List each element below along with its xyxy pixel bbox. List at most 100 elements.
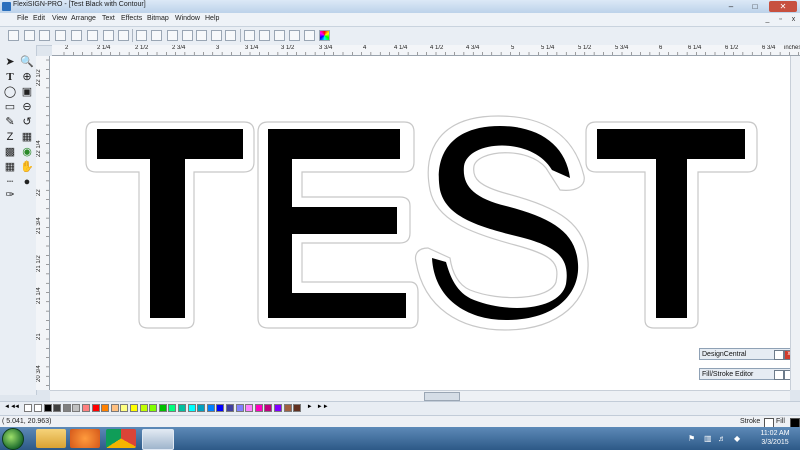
palette-icon[interactable] <box>304 30 315 41</box>
volume-icon[interactable]: ♬ <box>718 434 726 443</box>
color-swatch[interactable] <box>187 404 196 412</box>
menu-edit[interactable]: Edit <box>33 15 45 22</box>
palette-scroll-right-button[interactable]: ► <box>307 404 315 412</box>
color-swatch[interactable] <box>274 404 282 412</box>
rectangle-icon[interactable]: ▭ <box>3 100 17 114</box>
color-swatch[interactable] <box>43 404 52 412</box>
color-swatch[interactable] <box>216 404 225 412</box>
arrange-icon[interactable] <box>274 30 285 41</box>
doc-restore-button[interactable]: ▫ <box>775 15 786 24</box>
text-icon[interactable]: T <box>3 70 17 84</box>
horizontal-scrollbar[interactable] <box>50 390 790 401</box>
menu-arrange[interactable]: Arrange <box>71 15 96 22</box>
palette-scroll-right-button[interactable]: ►► <box>317 404 329 412</box>
bitmap-icon[interactable]: ▦ <box>3 160 17 174</box>
palette-scroll-left-button[interactable]: ◄◄ <box>4 404 16 412</box>
design-central-panel[interactable]: DesignCentral x <box>699 348 795 360</box>
color-swatch[interactable] <box>53 404 62 412</box>
color-swatch[interactable] <box>206 404 215 412</box>
color-swatch[interactable] <box>149 404 158 412</box>
zoom-out-icon[interactable]: ⊖ <box>20 100 34 114</box>
copy-icon[interactable] <box>151 30 162 41</box>
node-edit-icon[interactable]: ✎ <box>3 115 17 129</box>
color-swatch[interactable] <box>197 404 206 412</box>
undo-list-icon[interactable] <box>196 30 207 41</box>
flexi-icon[interactable] <box>142 429 174 450</box>
color-swatch[interactable] <box>120 404 129 412</box>
color-swatch[interactable] <box>101 404 110 412</box>
open-recent-icon[interactable] <box>39 30 50 41</box>
color-swatch[interactable] <box>62 404 71 412</box>
zoom-all-icon[interactable]: ▦ <box>20 130 34 144</box>
color-swatch[interactable] <box>139 404 148 412</box>
panel-restore-button[interactable] <box>774 370 784 380</box>
color-swatch[interactable] <box>178 404 186 412</box>
shape-icon[interactable]: ◯ <box>3 85 17 99</box>
close-button[interactable]: ✕ <box>769 1 797 12</box>
color-swatch[interactable] <box>158 404 167 412</box>
media-icon[interactable] <box>70 429 100 448</box>
doc-close-button[interactable]: x <box>788 15 799 24</box>
no-color-swatch[interactable] <box>24 404 32 412</box>
clock[interactable]: 11:02 AM 3/3/2015 <box>752 429 798 447</box>
new-icon[interactable] <box>8 30 19 41</box>
ungroup-icon[interactable] <box>259 30 270 41</box>
color-swatch[interactable] <box>168 404 177 412</box>
test-artwork[interactable] <box>50 56 800 390</box>
menu-bitmap[interactable]: Bitmap <box>147 15 169 22</box>
color-picker-icon[interactable] <box>319 30 330 41</box>
menu-text[interactable]: Text <box>102 15 115 22</box>
minimize-button[interactable]: – <box>720 1 742 12</box>
security-icon[interactable]: ◆ <box>734 434 740 443</box>
save-as-icon[interactable] <box>71 30 82 41</box>
select-icon[interactable]: ➤ <box>3 55 17 69</box>
design-canvas[interactable] <box>50 56 800 390</box>
color-swatch[interactable] <box>91 404 100 412</box>
color-swatch[interactable] <box>264 404 273 412</box>
print-preview-icon[interactable] <box>103 30 114 41</box>
menu-help[interactable]: Help <box>205 15 219 22</box>
color-swatch[interactable] <box>130 404 138 412</box>
effects-icon[interactable]: Z <box>3 130 17 144</box>
menu-window[interactable]: Window <box>175 15 200 22</box>
fill-stroke-editor-panel[interactable]: Fill/Stroke Editor <box>699 368 795 380</box>
measure-icon[interactable]: ┄ <box>3 175 17 189</box>
color-swatch[interactable] <box>82 404 90 412</box>
zoom-page-icon[interactable]: ▣ <box>20 85 34 99</box>
menu-file[interactable]: File <box>17 15 28 22</box>
color-swatch[interactable] <box>34 404 42 412</box>
color-swatch[interactable] <box>245 404 254 412</box>
maximize-button[interactable]: □ <box>744 1 766 12</box>
start-orb-icon[interactable] <box>2 428 24 450</box>
flag-icon[interactable]: ⚑ <box>688 434 695 443</box>
folder-icon[interactable] <box>36 429 66 448</box>
eyedropper-icon[interactable]: ✑ <box>3 188 17 202</box>
chrome-icon[interactable] <box>106 429 136 448</box>
save-icon[interactable] <box>55 30 66 41</box>
fill-icon[interactable]: ▩ <box>3 145 17 159</box>
color-swatch[interactable] <box>293 404 302 412</box>
panel-restore-button[interactable] <box>774 350 784 360</box>
menu-effects[interactable]: Effects <box>121 15 142 22</box>
hand-icon[interactable]: ✋ <box>20 160 34 174</box>
network-icon[interactable]: ▥ <box>704 434 712 443</box>
open-icon[interactable] <box>24 30 35 41</box>
color-swatch[interactable] <box>110 404 119 412</box>
color-swatch[interactable] <box>72 404 81 412</box>
scroll-thumb[interactable] <box>424 392 460 401</box>
color-wheel-icon[interactable] <box>289 30 300 41</box>
color-swatch-icon[interactable]: ● <box>20 175 34 189</box>
zoom-select-icon[interactable]: ◉ <box>20 145 34 159</box>
output-icon[interactable] <box>118 30 129 41</box>
color-swatch[interactable] <box>226 404 234 412</box>
zoom-icon[interactable]: 🔍 <box>20 55 34 69</box>
color-swatch[interactable] <box>283 404 292 412</box>
zoom-prev-icon[interactable]: ↺ <box>20 115 34 129</box>
cut-icon[interactable] <box>136 30 147 41</box>
undo-icon[interactable] <box>182 30 193 41</box>
print-icon[interactable] <box>87 30 98 41</box>
color-swatch[interactable] <box>235 404 244 412</box>
paste-icon[interactable] <box>167 30 178 41</box>
redo-list-icon[interactable] <box>225 30 236 41</box>
group-icon[interactable] <box>244 30 255 41</box>
